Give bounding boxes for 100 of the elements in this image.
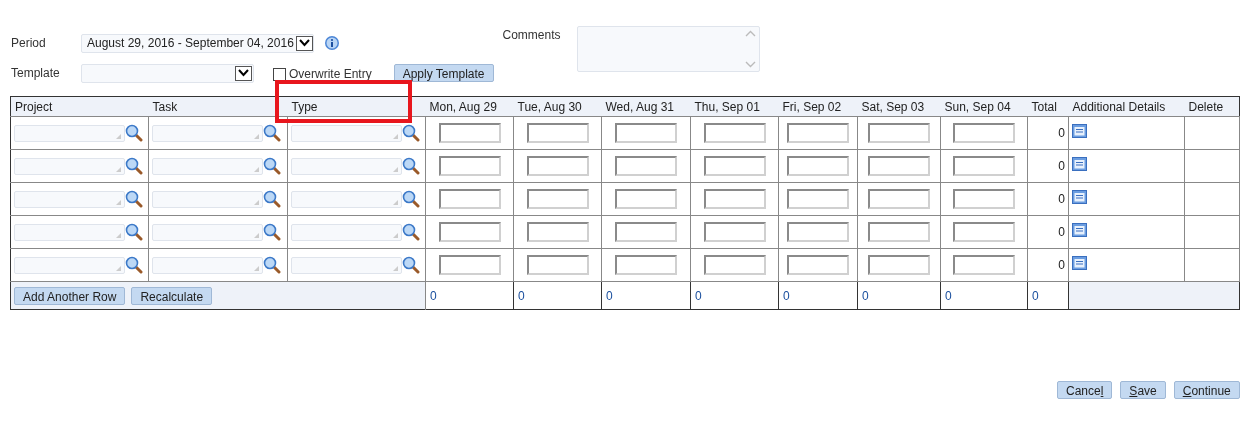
hours-input[interactable] (787, 189, 849, 209)
search-icon[interactable] (125, 223, 143, 241)
column-header: Fri, Sep 02 (778, 96, 858, 117)
hours-input[interactable] (615, 222, 677, 242)
search-icon[interactable] (125, 190, 143, 208)
hours-input[interactable] (787, 123, 849, 143)
hours-input[interactable] (526, 189, 589, 209)
hours-input[interactable] (787, 255, 849, 275)
table-button[interactable]: Add Another Row (14, 286, 126, 305)
scroll-up-icon[interactable] (744, 30, 756, 37)
hours-input[interactable] (953, 255, 1015, 275)
hours-input[interactable] (868, 222, 930, 242)
hours-input[interactable] (953, 222, 1015, 242)
column-header: Mon, Aug 29 (425, 96, 514, 117)
search-icon[interactable] (263, 256, 281, 274)
scroll-down-icon[interactable] (744, 61, 756, 68)
hours-input[interactable] (526, 156, 589, 176)
hours-input[interactable] (526, 255, 589, 275)
details-icon[interactable] (1072, 156, 1087, 171)
lookup-field[interactable] (14, 190, 125, 208)
hours-input[interactable] (953, 156, 1015, 176)
column-header: Task (148, 96, 288, 117)
search-icon[interactable] (402, 157, 420, 175)
checkbox[interactable] (273, 67, 286, 81)
hours-input[interactable] (953, 189, 1015, 209)
hours-input[interactable] (787, 222, 849, 242)
search-icon[interactable] (402, 223, 420, 241)
details-icon[interactable] (1072, 189, 1087, 204)
hours-input[interactable] (953, 123, 1015, 143)
search-icon[interactable] (402, 124, 420, 142)
column-total: 0 (783, 288, 790, 303)
row-total: 0 (1058, 126, 1065, 140)
lookup-field[interactable] (291, 124, 402, 142)
comments-field[interactable] (576, 26, 760, 72)
hours-input[interactable] (438, 123, 501, 143)
resize-grip-icon (392, 165, 399, 173)
hours-input[interactable] (868, 189, 930, 209)
search-icon[interactable] (263, 223, 281, 241)
lookup-field[interactable] (152, 124, 263, 142)
search-icon[interactable] (263, 157, 281, 175)
lookup-field[interactable] (152, 157, 263, 175)
hours-input[interactable] (703, 123, 766, 143)
row-total: 0 (1058, 225, 1065, 239)
search-icon[interactable] (402, 256, 420, 274)
lookup-field[interactable] (291, 223, 402, 241)
hours-input[interactable] (703, 222, 766, 242)
hours-input[interactable] (615, 189, 677, 209)
hours-input[interactable] (703, 156, 766, 176)
lookup-field[interactable] (14, 124, 125, 142)
caret-icon (295, 35, 313, 51)
lookup-field[interactable] (14, 223, 125, 241)
details-icon[interactable] (1072, 123, 1087, 138)
hours-input[interactable] (868, 255, 930, 275)
search-icon[interactable] (125, 124, 143, 142)
resize-grip-icon (253, 231, 260, 239)
column-header: Total (1027, 96, 1069, 117)
search-icon[interactable] (125, 256, 143, 274)
details-icon[interactable] (1072, 222, 1087, 237)
lookup-field[interactable] (291, 256, 402, 274)
field-label: Comments (502, 27, 562, 44)
column-header: Project (10, 96, 149, 117)
resize-grip-icon (253, 198, 260, 206)
hours-input[interactable] (615, 255, 677, 275)
table-button[interactable]: Recalculate (131, 286, 213, 305)
hours-input[interactable] (438, 255, 501, 275)
lookup-field[interactable] (14, 157, 125, 175)
lookup-field[interactable] (14, 256, 125, 274)
template-dropdown[interactable] (81, 63, 254, 83)
lookup-field[interactable] (152, 190, 263, 208)
hours-input[interactable] (438, 222, 501, 242)
hours-input[interactable] (526, 222, 589, 242)
cancel-button[interactable]: Cancel (1057, 381, 1113, 399)
period-dropdown[interactable]: August 29, 2016 - September 04, 2016 (81, 33, 314, 53)
hours-input[interactable] (615, 123, 677, 143)
column-total: 0 (945, 288, 952, 303)
hours-input[interactable] (787, 156, 849, 176)
hours-input[interactable] (526, 123, 589, 143)
continue-button[interactable]: Continue (1173, 381, 1240, 399)
apply-template-button[interactable]: Apply Template (393, 64, 494, 82)
lookup-field[interactable] (152, 223, 263, 241)
hours-input[interactable] (438, 156, 501, 176)
hours-input[interactable] (703, 255, 766, 275)
lookup-field[interactable] (152, 256, 263, 274)
lookup-field[interactable] (291, 190, 402, 208)
hours-input[interactable] (615, 156, 677, 176)
details-icon[interactable] (1072, 255, 1087, 270)
hours-input[interactable] (868, 123, 930, 143)
column-total: 0 (430, 288, 437, 303)
field-label: Template (11, 65, 61, 82)
search-icon[interactable] (125, 157, 143, 175)
column-total: 0 (1032, 288, 1039, 303)
search-icon[interactable] (402, 190, 420, 208)
hours-input[interactable] (438, 189, 501, 209)
info-icon[interactable] (323, 35, 340, 51)
hours-input[interactable] (868, 156, 930, 176)
search-icon[interactable] (263, 124, 281, 142)
save-button[interactable]: Save (1120, 381, 1166, 399)
lookup-field[interactable] (291, 157, 402, 175)
hours-input[interactable] (703, 189, 766, 209)
search-icon[interactable] (263, 190, 281, 208)
